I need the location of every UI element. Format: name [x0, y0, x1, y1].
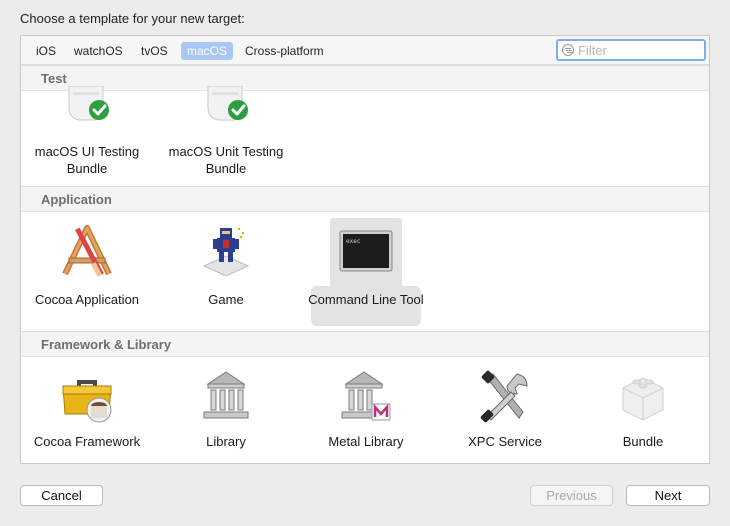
- previous-button[interactable]: Previous: [530, 485, 613, 506]
- template-label: macOS UI Testing Bundle: [34, 144, 140, 176]
- tab-watchos[interactable]: watchOS: [68, 42, 129, 60]
- terminal-text: exec: [346, 238, 361, 245]
- template-macos-ui-testing-bundle[interactable]: macOS UI Testing Bundle: [21, 86, 153, 186]
- template-label: Cocoa Application: [34, 292, 140, 307]
- template-label: macOS Unit Testing Bundle: [168, 144, 284, 176]
- template-cocoa-application[interactable]: Cocoa Application: [21, 220, 153, 330]
- template-label: XPC Service: [468, 434, 542, 449]
- filter-icon: [562, 44, 574, 56]
- template-cocoa-framework[interactable]: Cocoa Framework: [21, 366, 153, 463]
- tab-macos[interactable]: macOS: [181, 42, 234, 60]
- template-macos-unit-testing-bundle[interactable]: macOS Unit Testing Bundle: [160, 86, 292, 186]
- tab-ios[interactable]: iOS: [30, 42, 62, 60]
- cancel-button[interactable]: Cancel: [20, 485, 103, 506]
- template-label: Command Line Tool: [308, 292, 424, 307]
- section-title: Application: [41, 192, 112, 207]
- test-bundle-icon: [207, 86, 248, 121]
- template-library[interactable]: Library: [160, 366, 292, 463]
- wrench-screwdriver-icon: [480, 370, 528, 423]
- template-label: Metal Library: [328, 434, 404, 449]
- toolbox-icon: [62, 380, 112, 423]
- template-chooser: iOS watchOS tvOS macOS Cross-platform Te…: [20, 35, 710, 464]
- platform-tab-bar: iOS watchOS tvOS macOS Cross-platform: [21, 36, 709, 65]
- section-title: Framework & Library: [41, 337, 172, 352]
- cocoa-app-icon: [62, 225, 112, 277]
- tab-tvos[interactable]: tvOS: [135, 42, 174, 60]
- filter-field[interactable]: [556, 39, 706, 61]
- template-metal-library[interactable]: Metal Library: [300, 366, 432, 463]
- template-game[interactable]: Game: [160, 220, 292, 330]
- next-button[interactable]: Next: [626, 485, 710, 506]
- template-bundle[interactable]: Bundle: [577, 366, 709, 463]
- library-icon: [203, 371, 249, 419]
- template-label: Bundle: [622, 434, 664, 449]
- dialog-prompt: Choose a template for your new target:: [20, 11, 245, 26]
- section-header-framework-library: Framework & Library: [21, 331, 709, 357]
- template-label: Library: [206, 434, 246, 449]
- template-label: Game: [208, 292, 244, 307]
- bundle-icon: [622, 377, 664, 421]
- template-label: Cocoa Framework: [33, 434, 141, 449]
- template-command-line-tool[interactable]: exec Command Line Tool: [300, 218, 432, 328]
- game-icon: [202, 228, 250, 277]
- metal-library-icon: [341, 371, 391, 421]
- template-xpc-service[interactable]: XPC Service: [439, 366, 571, 463]
- tab-cross-platform[interactable]: Cross-platform: [239, 42, 330, 60]
- section-header-application: Application: [21, 186, 709, 212]
- section-title: Test: [41, 71, 67, 86]
- terminal-icon: exec: [339, 230, 393, 272]
- test-bundle-icon: [68, 86, 109, 121]
- filter-input[interactable]: [578, 42, 702, 59]
